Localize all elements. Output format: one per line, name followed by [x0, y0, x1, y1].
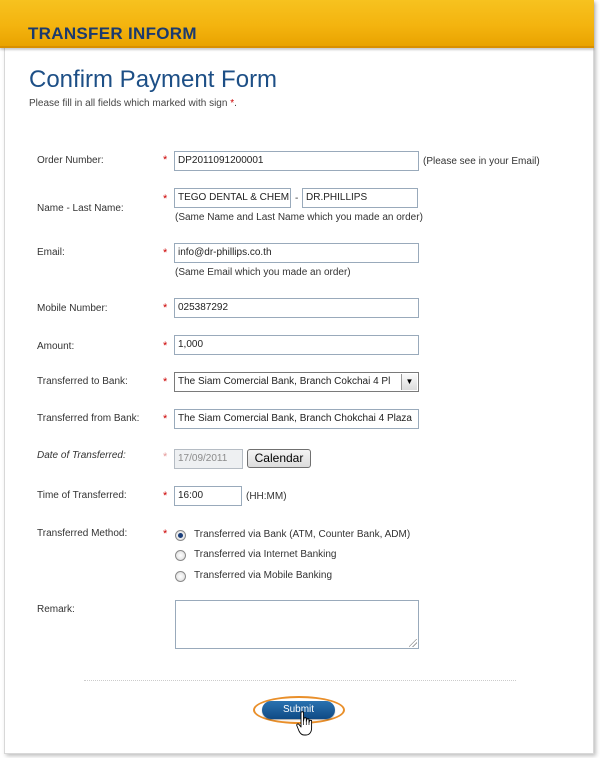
order-number-hint: (Please see in your Email): [423, 156, 540, 167]
remark-textarea[interactable]: [175, 600, 419, 649]
hand-pointer-icon: [296, 711, 313, 736]
email-hint: (Same Email which you made an order): [175, 267, 351, 278]
chevron-down-icon[interactable]: ▼: [401, 374, 417, 390]
first-name-input[interactable]: TEGO DENTAL & CHEMI: [174, 188, 291, 208]
resize-grip-icon[interactable]: [409, 639, 417, 647]
amount-label: Amount:: [37, 341, 75, 352]
time-input[interactable]: 16:00: [174, 486, 242, 506]
mobile-input[interactable]: 025387292: [174, 298, 419, 318]
required-mark: *: [163, 340, 168, 352]
header-bar: TRANSFER INFORM: [0, 0, 594, 48]
email-input[interactable]: info@dr-phillips.co.th: [174, 243, 419, 263]
header-title: TRANSFER INFORM: [28, 24, 197, 43]
required-mark: *: [163, 490, 168, 502]
date-label: Date of Transferred:: [37, 450, 126, 461]
time-hint: (HH:MM): [246, 491, 287, 502]
email-label: Email:: [37, 247, 65, 258]
to-bank-label: Transferred to Bank:: [37, 376, 128, 387]
required-mark: *: [163, 247, 168, 259]
last-name-input[interactable]: DR.PHILLIPS: [302, 188, 418, 208]
method-label: Transferred Method:: [37, 528, 128, 539]
date-input: 17/09/2011: [174, 449, 243, 469]
calendar-button[interactable]: Calendar: [247, 449, 311, 468]
radio-checked-icon[interactable]: [175, 530, 186, 541]
required-mark: *: [163, 193, 168, 205]
required-mark: *: [163, 154, 168, 166]
order-number-label: Order Number:: [37, 155, 104, 166]
time-label: Time of Transferred:: [37, 490, 127, 501]
name-label: Name - Last Name:: [37, 203, 124, 214]
divider: [84, 680, 516, 681]
name-separator: -: [295, 193, 299, 204]
radio-unchecked-icon[interactable]: [175, 571, 186, 582]
to-bank-select[interactable]: The Siam Comercial Bank, Branch Cokchai …: [174, 372, 419, 392]
page-title: Confirm Payment Form: [29, 66, 278, 93]
radio-unchecked-icon[interactable]: [175, 550, 186, 561]
from-bank-label: Transferred from Bank:: [37, 413, 140, 424]
form-instructions: Please fill in all fields which marked w…: [29, 98, 237, 109]
required-mark: *: [163, 376, 168, 388]
mobile-label: Mobile Number:: [37, 303, 108, 314]
required-mark: *: [163, 451, 168, 463]
name-hint: (Same Name and Last Name which you made …: [175, 212, 423, 223]
required-mark: *: [163, 302, 168, 314]
required-mark: *: [163, 528, 168, 540]
from-bank-input[interactable]: The Siam Comercial Bank, Branch Chokchai…: [174, 409, 419, 429]
required-mark: *: [163, 413, 168, 425]
remark-label: Remark:: [37, 604, 75, 615]
amount-input[interactable]: 1,000: [174, 335, 419, 355]
to-bank-selected: The Siam Comercial Bank, Branch Cokchai …: [178, 376, 391, 387]
order-number-input[interactable]: DP2011091200001: [174, 151, 419, 171]
